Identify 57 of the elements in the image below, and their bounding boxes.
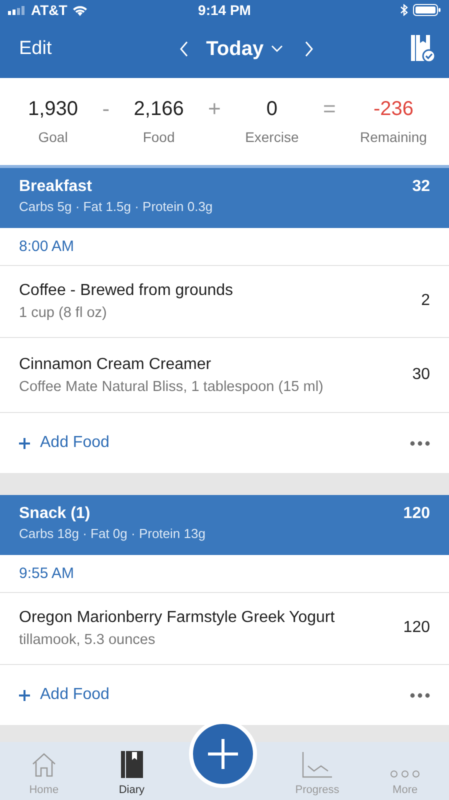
more-icon [390, 770, 420, 778]
food-entry[interactable]: Cinnamon Cream Creamer Coffee Mate Natural Bliss, 1 tablespoon (15 ml) 30 [0, 338, 449, 413]
meal-calories: 32 [412, 178, 430, 196]
diary-check-icon[interactable] [410, 35, 435, 63]
calorie-label: Exercise [245, 129, 299, 145]
calorie-value: 2,166 [134, 98, 184, 121]
meal-header[interactable]: Snack (1) Carbs 18g · Fat 0g · Protein 13g 120 [0, 495, 449, 555]
date-selector[interactable]: Today [196, 38, 264, 60]
food-name: Coffee - Brewed from grounds [19, 282, 234, 300]
meal-calories: 120 [403, 505, 430, 523]
more-options-icon[interactable] [410, 440, 430, 446]
bluetooth-icon [400, 4, 408, 16]
line-chart-icon [302, 752, 332, 778]
tab-item[interactable]: Diary [96, 748, 167, 796]
carrier-name: AT&T [31, 2, 68, 18]
add-food-button[interactable]: Add Food [19, 686, 110, 704]
food-name: Cinnamon Cream Creamer [19, 356, 212, 374]
calorie-value: 1,930 [28, 98, 78, 121]
more-options-icon[interactable] [410, 692, 430, 698]
operator-sign: = [322, 96, 336, 122]
food-detail: tillamook, 5.3 ounces [19, 632, 156, 648]
operator-sign: + [208, 96, 221, 122]
battery-icon [412, 4, 441, 16]
wifi-icon [72, 4, 88, 16]
chevron-down-icon[interactable] [270, 45, 283, 53]
operator-sign: - [102, 96, 110, 122]
meal-macros: Carbs 18g · Fat 0g · Protein 13g [19, 526, 206, 541]
edit-button[interactable]: Edit [19, 38, 52, 60]
previous-day-icon[interactable] [179, 41, 190, 57]
food-name: Oregon Marionberry Farmstyle Greek Yogurt [19, 608, 335, 626]
meal-name: Breakfast [19, 178, 93, 196]
food-calories: 30 [412, 366, 430, 384]
food-entry[interactable]: Oregon Marionberry Farmstyle Greek Yogurt tillamook, 5.3 ounces 120 [0, 593, 449, 665]
food-detail: 1 cup (8 fl oz) [19, 304, 108, 320]
food-calories: 2 [421, 292, 430, 310]
meal-time: 8:00 AM [19, 238, 74, 255]
calorie-value: 0 [266, 98, 278, 121]
meal-header[interactable]: Breakfast Carbs 5g · Fat 1.5g · Protein 0.3g 32 [0, 168, 449, 228]
food-entry[interactable]: Coffee - Brewed from grounds 1 cup (8 fl oz) 2 [0, 266, 449, 338]
calorie-label: Goal [38, 129, 68, 145]
calorie-value: -236 [373, 98, 414, 121]
clock-time: 9:14 PM [198, 2, 251, 18]
meal-macros: Carbs 5g · Fat 1.5g · Protein 0.3g [19, 199, 213, 214]
signal-icon [8, 6, 26, 14]
plus-icon [19, 438, 30, 448]
plus-icon [19, 690, 30, 700]
meal-name: Snack (1) [19, 505, 92, 523]
add-food-button[interactable]: Add Food [19, 434, 110, 452]
meal-time: 9:55 AM [19, 565, 74, 582]
food-detail: Coffee Mate Natural Bliss, 1 tablespoon (15 ml) [19, 378, 324, 394]
calorie-label: Remaining [360, 129, 427, 145]
plus-icon [208, 739, 238, 769]
next-day-icon[interactable] [304, 41, 314, 57]
book-icon [120, 751, 143, 778]
house-icon [30, 752, 57, 778]
food-calories: 120 [403, 619, 430, 637]
calorie-label: Food [142, 129, 175, 145]
